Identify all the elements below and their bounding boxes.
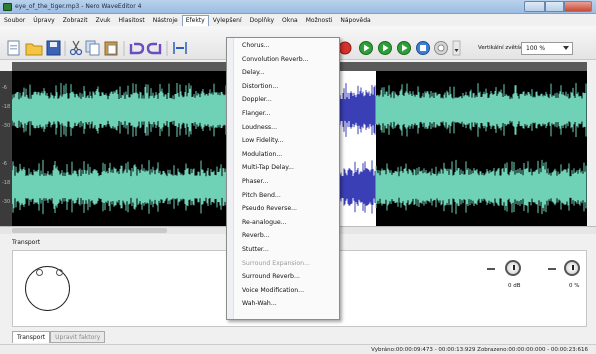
menu-icon-stripe bbox=[227, 38, 234, 319]
menu-upravy[interactable]: Úpravy bbox=[29, 17, 58, 24]
menu-nastroje[interactable]: Nástroje bbox=[149, 17, 182, 24]
save-icon[interactable] bbox=[46, 40, 61, 56]
play-icon[interactable] bbox=[359, 41, 373, 55]
balance-knob[interactable] bbox=[564, 260, 580, 276]
menu-zobrazit[interactable]: Zobrazit bbox=[59, 17, 92, 24]
effects-menu-item[interactable]: Doppler... bbox=[242, 96, 272, 103]
effects-menu-item[interactable]: Voice Modification... bbox=[242, 287, 304, 294]
menu-bar: Soubor Úpravy Zobrazit Zvuk Hlasitost Ná… bbox=[0, 14, 596, 27]
play-selection-icon[interactable] bbox=[397, 41, 411, 55]
menu-zvuk[interactable]: Zvuk bbox=[92, 17, 115, 24]
effects-menu-item[interactable]: Reverb... bbox=[242, 232, 270, 239]
cut-icon[interactable] bbox=[69, 40, 83, 56]
db-label: -18 bbox=[2, 104, 11, 110]
effects-menu-item[interactable]: Phaser... bbox=[242, 178, 268, 185]
paste-icon[interactable] bbox=[104, 41, 118, 56]
menu-doplnky[interactable]: Doplňky bbox=[246, 17, 278, 24]
minimize-button[interactable] bbox=[524, 1, 545, 12]
open-file-icon[interactable] bbox=[25, 43, 43, 56]
db-label: -30 bbox=[2, 199, 11, 205]
window-title: eye_of_the_tiger.mp3 - Nero WaveEditor 4 bbox=[15, 3, 142, 10]
close-button[interactable] bbox=[564, 1, 592, 12]
effects-menu-item[interactable]: Delay... bbox=[242, 69, 265, 76]
app-icon bbox=[3, 3, 12, 11]
db-label: -18 bbox=[2, 180, 11, 186]
effects-dropdown-menu: Chorus... Convolution Reverb... Delay...… bbox=[226, 37, 340, 320]
menu-moznosti[interactable]: Možnosti bbox=[302, 17, 337, 24]
disc-left-dot-icon bbox=[36, 269, 43, 276]
pause-icon[interactable] bbox=[434, 41, 448, 55]
record-icon[interactable] bbox=[338, 41, 352, 55]
balance-knob-label: 0 % bbox=[569, 283, 580, 289]
effects-menu-item[interactable]: Flanger... bbox=[242, 110, 271, 117]
menu-okna[interactable]: Okna bbox=[278, 17, 302, 24]
effects-menu-item[interactable]: Surround Reverb... bbox=[242, 273, 300, 280]
effects-menu-item-disabled: Surround Expansion... bbox=[242, 259, 310, 267]
transport-disc-icon bbox=[25, 266, 70, 311]
status-bar: Vybráno:00:00:09:473 - 00:00:13:929 Zobr… bbox=[0, 344, 596, 354]
menu-efekty[interactable]: Efekty bbox=[181, 14, 209, 27]
scrollbar-thumb[interactable] bbox=[12, 228, 167, 233]
effects-menu-item[interactable]: Convolution Reverb... bbox=[242, 56, 309, 63]
vertical-zoom-select[interactable]: 100 % bbox=[521, 42, 573, 55]
effects-menu-item[interactable]: Modulation... bbox=[242, 151, 282, 158]
db-label: -6 bbox=[2, 161, 7, 167]
volume-knob[interactable] bbox=[505, 260, 521, 276]
title-bar: eye_of_the_tiger.mp3 - Nero WaveEditor 4 bbox=[0, 0, 596, 14]
menu-soubor[interactable]: Soubor bbox=[0, 17, 29, 24]
effects-menu-item[interactable]: Pitch Bend... bbox=[242, 192, 281, 199]
chevron-down-icon bbox=[563, 46, 569, 50]
menu-napoveda[interactable]: Nápověda bbox=[336, 17, 374, 24]
effects-menu-item[interactable]: Stutter... bbox=[242, 246, 269, 253]
tab-upravit-faktory[interactable]: Upravit faktory bbox=[50, 331, 106, 343]
stop-icon[interactable] bbox=[416, 41, 430, 55]
menu-arrow-icon[interactable] bbox=[452, 40, 461, 56]
new-file-icon[interactable] bbox=[7, 40, 20, 56]
transport-section-label: Transport bbox=[12, 239, 41, 246]
maximize-button[interactable] bbox=[545, 1, 564, 12]
effects-menu-item[interactable]: Distortion... bbox=[242, 83, 278, 90]
effects-menu-item[interactable]: Multi-Tap Delay... bbox=[242, 164, 294, 171]
menu-hlasitost[interactable]: Hlasitost bbox=[115, 17, 149, 24]
volume-knob-label: 0 dB bbox=[508, 283, 521, 289]
fit-icon[interactable] bbox=[173, 42, 187, 54]
play-loop-icon[interactable] bbox=[378, 41, 392, 55]
effects-menu-item[interactable]: Low Fidelity... bbox=[242, 137, 283, 144]
copy-icon[interactable] bbox=[85, 40, 100, 56]
db-scale: -6 -18 -30 -6 -18 -30 bbox=[0, 71, 12, 226]
volume-low-icon bbox=[487, 268, 495, 270]
window-controls bbox=[524, 1, 592, 12]
balance-icon bbox=[548, 268, 556, 270]
menu-vylepseni[interactable]: Vylepšení bbox=[209, 17, 246, 24]
effects-menu-item[interactable]: Wah-Wah... bbox=[242, 300, 277, 307]
bottom-tabs: Transport Upravit faktory bbox=[12, 331, 106, 343]
db-label: -6 bbox=[2, 85, 7, 91]
db-label: -30 bbox=[2, 123, 11, 129]
effects-menu-item[interactable]: Pseudo Reverse... bbox=[242, 205, 297, 212]
undo-icon[interactable] bbox=[129, 42, 145, 55]
disc-right-dot-icon bbox=[56, 269, 63, 276]
redo-icon[interactable] bbox=[146, 42, 162, 55]
effects-menu-item[interactable]: Chorus... bbox=[242, 42, 270, 49]
effects-menu-item[interactable]: Re-analogue... bbox=[242, 219, 287, 226]
status-text: Vybráno:00:00:09:473 - 00:00:13:929 Zobr… bbox=[371, 347, 588, 353]
vertical-zoom-value: 100 % bbox=[526, 45, 546, 52]
effects-menu-item[interactable]: Loudness... bbox=[242, 124, 277, 131]
tab-transport[interactable]: Transport bbox=[12, 331, 51, 343]
